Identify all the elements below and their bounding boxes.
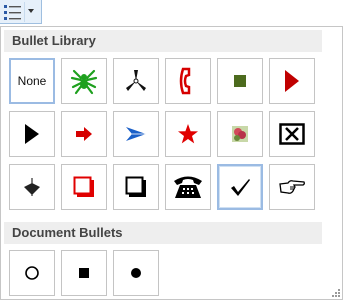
split-separator (24, 2, 25, 22)
red-shadow-box-icon (73, 176, 94, 197)
bullet-boxed-x[interactable] (269, 111, 315, 157)
desk-phone-icon (174, 176, 202, 198)
bullet-black-shadow-box[interactable] (113, 164, 159, 210)
doc-bullet-hollow-circle[interactable] (9, 250, 55, 296)
bullet-down-arrowhead[interactable] (9, 164, 55, 210)
bullet-three-blade[interactable] (113, 58, 159, 104)
bullet-play-triangle[interactable] (269, 58, 315, 104)
bullet-telephone[interactable] (165, 58, 211, 104)
telephone-handset-icon (179, 67, 191, 95)
bullet-black-triangle[interactable] (9, 111, 55, 157)
doc-bullet-filled-square[interactable] (61, 250, 107, 296)
bullet-flower-picture[interactable] (217, 111, 263, 157)
doc-bullet-filled-circle[interactable] (113, 250, 159, 296)
square-bullet-icon (234, 75, 246, 87)
blue-arrowhead-icon (126, 127, 146, 141)
bullet-none[interactable]: None (9, 58, 55, 104)
flower-picture-icon (232, 126, 248, 142)
document-bullets-header: Document Bullets (4, 222, 322, 244)
filled-circle-icon (131, 268, 141, 278)
bullet-desk-phone[interactable] (165, 164, 211, 210)
bullets-split-button[interactable] (0, 0, 42, 24)
bullets-dropdown-panel: Bullet Library None Document Bullets (0, 26, 343, 300)
bullet-library-grid: None (4, 56, 322, 218)
bullets-list-icon[interactable] (3, 3, 23, 21)
down-arrowhead-icon (24, 178, 40, 196)
three-blade-icon (126, 70, 146, 91)
document-bullets-grid (4, 248, 322, 298)
checkmark-icon (231, 179, 250, 196)
bullet-red-shadow-box[interactable] (61, 164, 107, 210)
red-star-icon (178, 124, 198, 144)
spider-icon (70, 69, 98, 95)
toolbar (0, 0, 343, 26)
hollow-circle-icon (25, 266, 39, 280)
chevron-down-icon[interactable] (28, 9, 34, 13)
red-arrow-icon (76, 127, 92, 141)
bullet-red-star[interactable] (165, 111, 211, 157)
resize-grip-icon[interactable] (332, 289, 340, 297)
pointing-hand-icon (279, 180, 305, 194)
bullet-blue-arrowhead[interactable] (113, 111, 159, 157)
black-triangle-icon (25, 124, 39, 144)
filled-square-icon (79, 268, 89, 278)
black-shadow-box-icon (125, 176, 146, 197)
bullet-library-header: Bullet Library (4, 30, 322, 52)
bullet-spider[interactable] (61, 58, 107, 104)
bullet-red-arrow[interactable] (61, 111, 107, 157)
boxed-x-icon (279, 123, 305, 145)
bullet-pointing-hand[interactable] (269, 164, 315, 210)
none-label: None (17, 74, 47, 88)
bullet-square[interactable] (217, 58, 263, 104)
play-triangle-icon (285, 70, 299, 92)
bullet-checkmark[interactable] (217, 164, 263, 210)
